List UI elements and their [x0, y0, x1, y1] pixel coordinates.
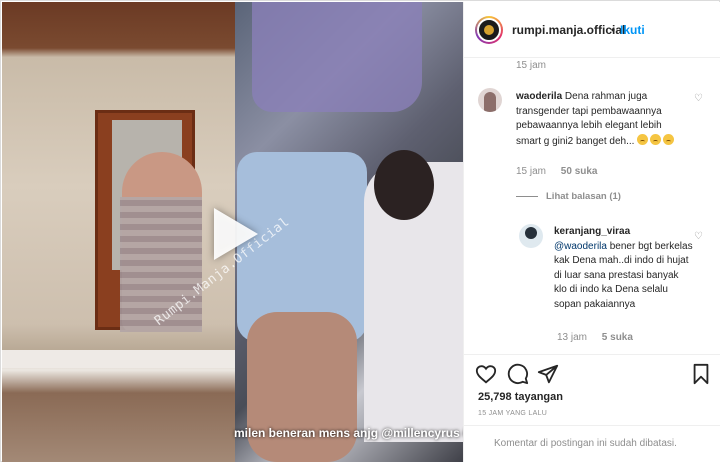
comments-closed-notice: Komentar di postingan ini sudah dibatasi… [464, 425, 720, 462]
send-icon[interactable] [537, 363, 559, 385]
comment-meta: 15 jam 50 suka [516, 166, 598, 177]
sad-emoji-icon [663, 133, 675, 145]
view-count[interactable]: 25,798 tayangan [478, 391, 563, 403]
comment-time: 15 jam [516, 166, 547, 177]
post-video[interactable]: Rumpi.Manja.Official milen beneran mens … [2, 2, 463, 462]
shirt-shape [252, 2, 422, 112]
side-panel: rumpi.manja.official • Ikuti 15 jam waod… [463, 2, 720, 462]
comment-icon[interactable] [507, 363, 529, 385]
reply-likes[interactable]: 5 suka [602, 332, 633, 343]
reply-time: 13 jam [557, 332, 588, 343]
comments-list[interactable]: 15 jam waoderila Dena rahman juga transg… [464, 58, 720, 354]
view-replies-button[interactable]: Lihat balasan (1) [516, 191, 621, 202]
bookmark-icon[interactable] [690, 363, 712, 385]
view-replies-label: Lihat balasan (1) [546, 191, 621, 202]
replies-line [516, 195, 538, 197]
comment-body: waoderila Dena rahman juga transgender t… [516, 90, 686, 149]
posted-time: 15 JAM YANG LALU [478, 410, 548, 417]
sad-emoji-icon [637, 133, 649, 145]
sink-shape [2, 350, 235, 368]
reply-meta: 13 jam 5 suka [557, 332, 633, 343]
sad-emoji-icon [650, 133, 662, 145]
comment-like-icon[interactable]: ♡ [694, 94, 704, 104]
reply-body: keranjang_viraa @waoderila bener bgt ber… [554, 225, 694, 312]
reply-mention[interactable]: @waoderila [554, 241, 607, 252]
caption-timestamp: 15 jam [516, 60, 547, 71]
separator-dot: • [611, 23, 616, 37]
account-username[interactable]: rumpi.manja.official [512, 23, 625, 37]
heart-icon[interactable] [475, 363, 497, 385]
action-bar: 25,798 tayangan 15 JAM YANG LALU Komenta… [464, 354, 720, 462]
post-frame: Rumpi.Manja.Official milen beneran mens … [0, 0, 720, 462]
avatar[interactable] [475, 16, 503, 44]
play-icon[interactable] [214, 208, 258, 260]
comments-closed-text: Komentar di postingan ini sudah dibatasi… [494, 438, 677, 449]
reply-username[interactable]: keranjang_viraa [554, 226, 630, 237]
comment-likes[interactable]: 50 suka [561, 166, 598, 177]
reply-avatar[interactable] [519, 224, 543, 248]
reply-like-icon[interactable]: ♡ [694, 232, 704, 242]
post-header: rumpi.manja.official • Ikuti [464, 2, 720, 58]
avatar-image [477, 18, 501, 42]
comment-avatar[interactable] [478, 88, 502, 112]
video-caption: milen beneran mens anjg @millencyrus 😂 [234, 426, 463, 440]
comment-username[interactable]: waoderila [516, 91, 562, 102]
boy-head-shape [374, 150, 434, 220]
follow-button[interactable]: Ikuti [620, 23, 645, 37]
